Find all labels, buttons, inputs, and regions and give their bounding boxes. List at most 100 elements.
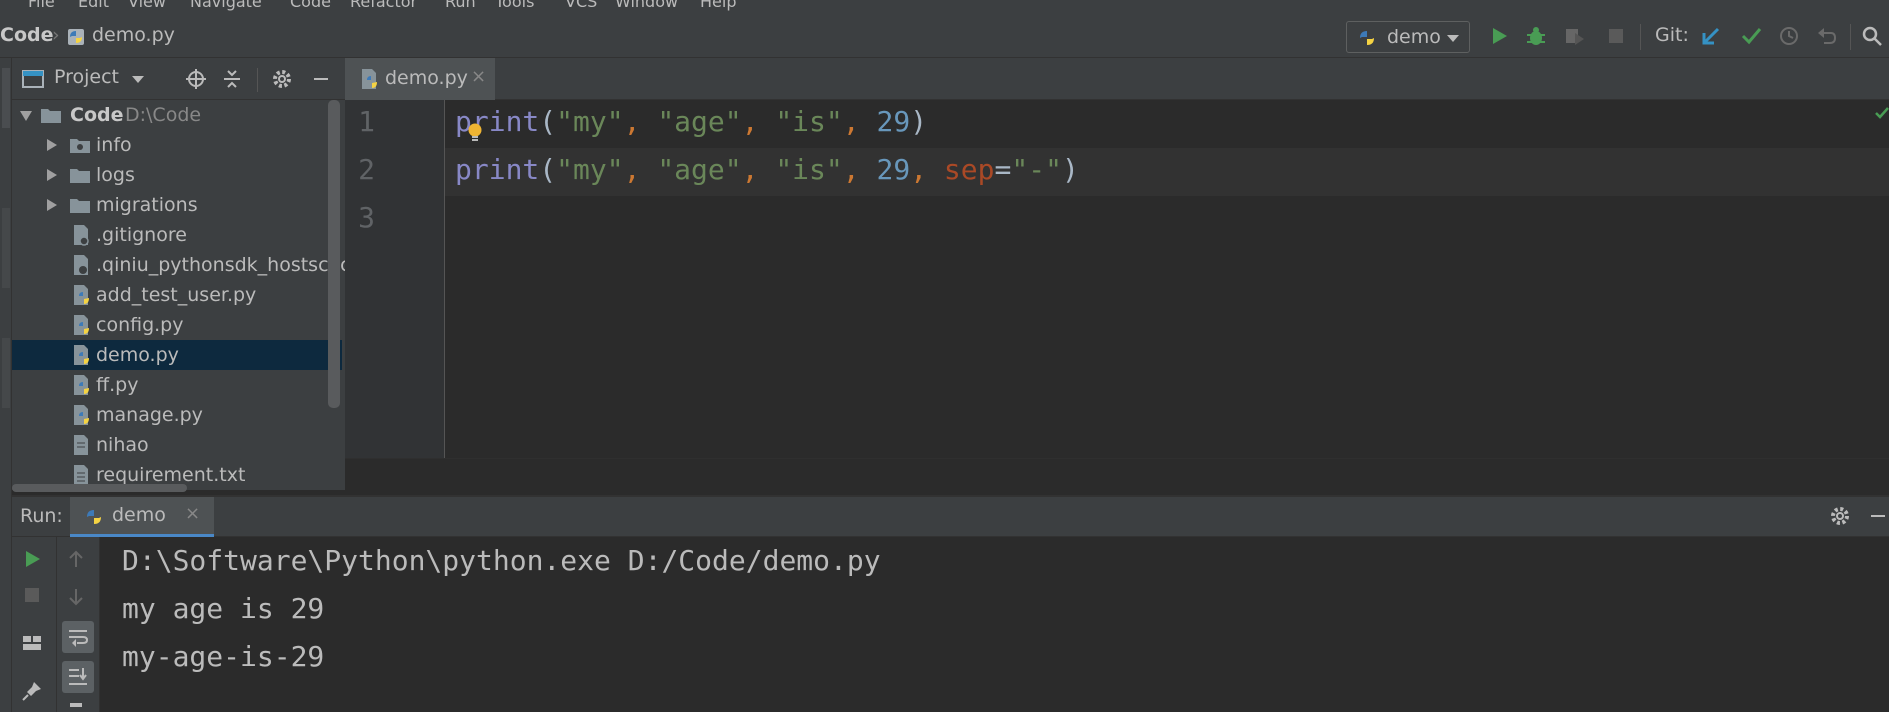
scroll-up-icon[interactable] xyxy=(62,545,90,573)
code-editor[interactable]: print("my", "age", "is", 29) print("my",… xyxy=(445,100,1889,458)
run-icon[interactable] xyxy=(1485,22,1513,50)
menu-run[interactable]: Run xyxy=(445,0,476,11)
menu-edit[interactable]: Edit xyxy=(78,0,109,11)
menu-window[interactable]: Window xyxy=(615,0,678,11)
tree-item-demo[interactable]: demo.py xyxy=(12,340,342,370)
run-panel-header: Run: demo × xyxy=(12,495,1889,537)
menu-bar: File Edit View Navigate Code Refactor Ru… xyxy=(0,0,1889,14)
tree-item-ff[interactable]: ff.py xyxy=(12,370,342,400)
structure-tool-button[interactable] xyxy=(2,208,10,288)
git-update-icon[interactable] xyxy=(1697,22,1725,50)
search-icon[interactable] xyxy=(1858,22,1886,50)
scroll-down-icon[interactable] xyxy=(62,583,90,611)
toolbar-divider xyxy=(1850,24,1851,50)
code-token-punct: ( xyxy=(539,105,557,138)
menu-refactor[interactable]: Refactor xyxy=(350,0,417,11)
editor-tab-bar: demo.py × xyxy=(345,58,1889,103)
code-token-function: print xyxy=(455,153,540,186)
code-line-2: print("my", "age", "is", 29, sep="-") xyxy=(455,153,1079,186)
folder-icon xyxy=(70,199,90,213)
locate-icon[interactable] xyxy=(182,65,210,93)
tree-item-logs[interactable]: logs xyxy=(12,160,342,190)
commit-tool-button[interactable] xyxy=(2,338,10,408)
rerun-icon[interactable] xyxy=(18,545,46,573)
code-token-string: "is" xyxy=(775,105,843,138)
chevron-right-icon[interactable] xyxy=(47,199,57,211)
code-token-punct: , xyxy=(741,153,776,186)
run-panel-label: Run: xyxy=(20,505,63,527)
inspection-ok-icon[interactable] xyxy=(1875,104,1889,119)
tree-item-migrations[interactable]: migrations xyxy=(12,190,342,220)
tree-item-config[interactable]: config.py xyxy=(12,310,342,340)
toolbar-divider xyxy=(56,537,57,712)
tree-item-label: ff.py xyxy=(96,374,139,396)
menu-view[interactable]: View xyxy=(128,0,166,11)
code-token-string: "age" xyxy=(657,105,742,138)
breadcrumb-root[interactable]: Code xyxy=(0,24,53,46)
print-icon[interactable] xyxy=(70,703,82,707)
layout-icon[interactable] xyxy=(18,629,46,657)
code-token-punct: ( xyxy=(539,153,557,186)
menu-navigate[interactable]: Navigate xyxy=(190,0,262,11)
menu-vcs[interactable]: VCS xyxy=(565,0,597,11)
tree-item-label: requirement.txt xyxy=(96,464,246,486)
history-icon[interactable] xyxy=(1775,22,1803,50)
tree-item-nihao[interactable]: nihao xyxy=(12,430,342,460)
console-line: my-age-is-29 xyxy=(122,640,325,673)
collapse-icon[interactable] xyxy=(218,65,246,93)
tree-item-gitignore[interactable]: .gitignore xyxy=(12,220,342,250)
debug-icon[interactable] xyxy=(1522,22,1550,50)
menu-help[interactable]: Help xyxy=(700,0,736,11)
run-toolbar xyxy=(12,537,100,712)
rollback-icon[interactable] xyxy=(1813,22,1841,50)
tree-root-name: Code xyxy=(70,104,124,126)
bulb-icon[interactable] xyxy=(467,122,483,144)
chevron-right-icon[interactable] xyxy=(47,139,57,151)
file-icon xyxy=(74,435,88,455)
minimize-icon[interactable] xyxy=(307,65,335,93)
minimize-icon[interactable] xyxy=(1864,502,1889,530)
chevron-down-icon[interactable] xyxy=(20,111,32,121)
tree-item-info[interactable]: info xyxy=(12,130,342,160)
python-icon xyxy=(74,405,89,425)
close-icon[interactable]: × xyxy=(471,66,486,87)
gear-icon[interactable] xyxy=(1826,502,1854,530)
breadcrumb-file[interactable]: demo.py xyxy=(92,24,175,46)
line-number: 2 xyxy=(358,153,375,186)
tree-item-add-test-user[interactable]: add_test_user.py xyxy=(12,280,342,310)
coverage-icon[interactable] xyxy=(1560,22,1588,50)
menu-tools[interactable]: Tools xyxy=(495,0,534,11)
code-token-string: "my" xyxy=(556,105,624,138)
chevron-right-icon[interactable] xyxy=(47,169,57,181)
wrap-icon[interactable] xyxy=(62,621,94,653)
run-console[interactable]: D:\Software\Python\python.exe D:/Code/de… xyxy=(100,537,1889,712)
chevron-down-icon[interactable] xyxy=(132,76,144,83)
gear-icon[interactable] xyxy=(268,65,296,93)
run-configuration-select[interactable]: demo xyxy=(1346,21,1470,53)
scroll-end-icon[interactable] xyxy=(62,661,94,693)
menu-file[interactable]: File xyxy=(28,0,55,11)
tree-root[interactable]: Code D:\Code xyxy=(12,100,342,130)
tab-demo-py[interactable]: demo.py × xyxy=(345,58,495,103)
tool-window-strip xyxy=(0,58,12,490)
tree-item-label: info xyxy=(96,134,132,156)
menu-code[interactable]: Code xyxy=(290,0,331,11)
tree-item-hostscache[interactable]: .qiniu_pythonsdk_hostscache xyxy=(12,250,345,280)
close-icon[interactable]: × xyxy=(185,503,200,524)
python-icon xyxy=(66,27,86,47)
stop-icon[interactable] xyxy=(18,581,46,609)
folder-icon xyxy=(41,109,61,123)
git-commit-icon[interactable] xyxy=(1737,22,1765,50)
run-tab-demo[interactable]: demo × xyxy=(70,497,214,537)
project-tool-button[interactable] xyxy=(2,68,10,128)
editor-scroll-area xyxy=(345,458,1889,490)
tab-label: demo.py xyxy=(385,67,468,89)
navigation-bar: Code › demo.py demo Git: xyxy=(0,14,1889,58)
tool-window-strip-bottom xyxy=(0,490,12,712)
project-vertical-scrollbar[interactable] xyxy=(328,100,340,408)
tree-item-manage[interactable]: manage.py xyxy=(12,400,342,430)
stop-icon[interactable] xyxy=(1602,22,1630,50)
project-horizontal-scrollbar[interactable] xyxy=(12,484,187,492)
project-panel-title[interactable]: Project xyxy=(54,66,119,88)
pin-icon[interactable] xyxy=(18,677,46,705)
